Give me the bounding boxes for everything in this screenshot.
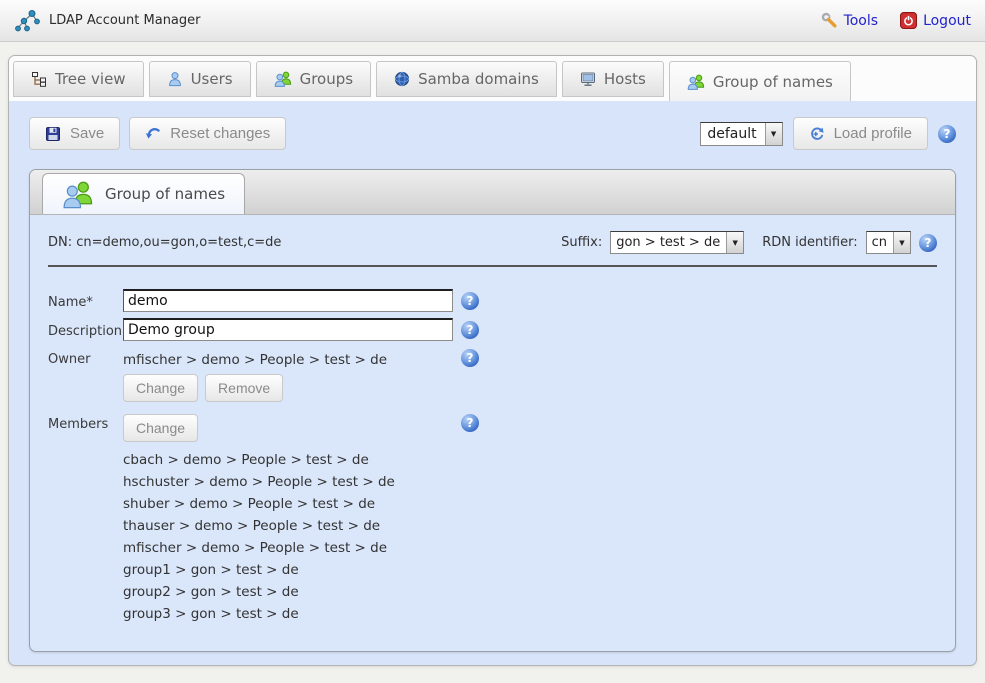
- owner-label: Owner: [48, 349, 123, 367]
- load-profile-label: Load profile: [834, 125, 912, 142]
- help-icon[interactable]: ?: [461, 349, 479, 367]
- dn-row: DN: cn=demo,ou=gon,o=test,c=de Suffix: g…: [48, 231, 937, 254]
- tab-group-of-names[interactable]: Group of names: [669, 61, 851, 101]
- name-label: Name*: [48, 292, 123, 310]
- name-row: Name* ?: [48, 289, 937, 312]
- tab-groups[interactable]: Groups: [256, 61, 371, 97]
- logout-link[interactable]: Logout: [900, 12, 971, 29]
- suffix-label: Suffix:: [561, 235, 602, 250]
- members-row: Members Change ?: [48, 414, 937, 442]
- separator: [48, 265, 937, 267]
- host-monitor-icon: [580, 71, 596, 87]
- chevron-down-icon: ▼: [765, 123, 782, 145]
- member-item: mfischer > demo > People > test > de: [123, 537, 937, 559]
- description-input[interactable]: [123, 318, 453, 341]
- description-row: Description ?: [48, 318, 937, 341]
- inner-tab-group-of-names[interactable]: Group of names: [42, 173, 245, 214]
- chevron-down-icon: ▼: [893, 232, 910, 253]
- inner-tabstrip: Group of names: [30, 170, 955, 215]
- reset-changes-button[interactable]: Reset changes: [129, 117, 286, 150]
- rdn-label: RDN identifier:: [762, 235, 857, 250]
- member-list: cbach > demo > People > test > de hschus…: [123, 449, 937, 625]
- owner-buttons: Change Remove: [123, 374, 937, 402]
- undo-arrow-icon: [145, 126, 161, 142]
- group-icon: [274, 71, 292, 87]
- logout-label: Logout: [923, 13, 971, 29]
- globe-icon: [394, 71, 410, 87]
- member-item: hschuster > demo > People > test > de: [123, 471, 937, 493]
- profile-select[interactable]: default ▼: [700, 122, 782, 146]
- inner-body: DN: cn=demo,ou=gon,o=test,c=de Suffix: g…: [30, 215, 955, 651]
- help-icon[interactable]: ?: [938, 125, 956, 143]
- tab-label: Samba domains: [418, 70, 539, 88]
- app-header: LDAP Account Manager Tools Logout: [0, 0, 985, 42]
- member-item: group2 > gon > test > de: [123, 581, 937, 603]
- profile-select-value: default: [701, 123, 764, 145]
- description-label: Description: [48, 321, 123, 339]
- rdn-select[interactable]: cn ▼: [866, 231, 911, 254]
- owner-change-button[interactable]: Change: [123, 374, 198, 402]
- content-area: Save Reset changes default ▼: [9, 101, 976, 665]
- app-branding: LDAP Account Manager: [14, 8, 201, 34]
- save-floppy-icon: [45, 126, 61, 142]
- tab-label: Users: [191, 70, 233, 88]
- main-panel: Tree view Users Groups: [8, 55, 977, 666]
- owner-row: Owner mfischer > demo > People > test > …: [48, 349, 937, 368]
- owner-remove-button[interactable]: Remove: [205, 374, 283, 402]
- lam-logo-icon: [14, 8, 40, 34]
- help-icon[interactable]: ?: [461, 321, 479, 339]
- member-item: shuber > demo > People > test > de: [123, 493, 937, 515]
- member-item: group3 > gon > test > de: [123, 603, 937, 625]
- user-icon: [167, 71, 183, 87]
- toolbar-left: Save Reset changes: [29, 117, 286, 150]
- name-input[interactable]: [123, 289, 453, 312]
- app-title: LDAP Account Manager: [49, 13, 201, 28]
- tab-label: Hosts: [604, 70, 646, 88]
- member-item: cbach > demo > People > test > de: [123, 449, 937, 471]
- header-links: Tools Logout: [821, 12, 971, 29]
- tools-label: Tools: [844, 13, 879, 29]
- remove-label: Remove: [218, 380, 270, 396]
- load-profile-button[interactable]: Load profile: [793, 117, 928, 150]
- suffix-rdn-controls: Suffix: gon > test > de ▼ RDN identifier…: [561, 231, 937, 254]
- tab-samba-domains[interactable]: Samba domains: [376, 61, 557, 97]
- tools-link[interactable]: Tools: [821, 12, 879, 29]
- save-label: Save: [70, 125, 104, 142]
- inner-tab-label: Group of names: [105, 185, 225, 203]
- owner-value: mfischer > demo > People > test > de: [123, 349, 387, 368]
- tab-label: Tree view: [55, 70, 126, 88]
- chevron-down-icon: ▼: [726, 232, 743, 253]
- tree-view-icon: [31, 71, 47, 87]
- reset-changes-label: Reset changes: [170, 125, 270, 142]
- help-icon[interactable]: ?: [919, 234, 937, 252]
- group-of-names-panel: Group of names DN: cn=demo,ou=gon,o=test…: [29, 169, 956, 652]
- group-of-names-icon: [687, 74, 705, 90]
- change-label: Change: [136, 380, 185, 396]
- rdn-select-value: cn: [867, 232, 893, 253]
- module-tabstrip: Tree view Users Groups: [9, 56, 976, 101]
- tab-hosts[interactable]: Hosts: [562, 61, 664, 97]
- toolbar: Save Reset changes default ▼: [9, 117, 976, 150]
- tab-label: Group of names: [713, 73, 833, 91]
- logout-power-icon: [900, 12, 917, 29]
- member-item: group1 > gon > test > de: [123, 559, 937, 581]
- members-change-button[interactable]: Change: [123, 414, 198, 442]
- toolbar-right: default ▼ Load profile ?: [700, 117, 956, 150]
- suffix-select[interactable]: gon > test > de ▼: [610, 231, 744, 254]
- dn-text: DN: cn=demo,ou=gon,o=test,c=de: [48, 235, 281, 250]
- help-icon[interactable]: ?: [461, 292, 479, 310]
- tab-label: Groups: [300, 70, 353, 88]
- change-label: Change: [136, 420, 185, 436]
- suffix-select-value: gon > test > de: [611, 232, 726, 253]
- wrench-icon: [821, 12, 838, 29]
- group-of-names-icon: [62, 180, 94, 209]
- save-button[interactable]: Save: [29, 117, 120, 150]
- members-label: Members: [48, 414, 123, 432]
- tab-tree-view[interactable]: Tree view: [13, 61, 144, 97]
- member-item: thauser > demo > People > test > de: [123, 515, 937, 537]
- reload-profile-icon: [809, 126, 825, 142]
- tab-users[interactable]: Users: [149, 61, 251, 97]
- help-icon[interactable]: ?: [461, 414, 479, 432]
